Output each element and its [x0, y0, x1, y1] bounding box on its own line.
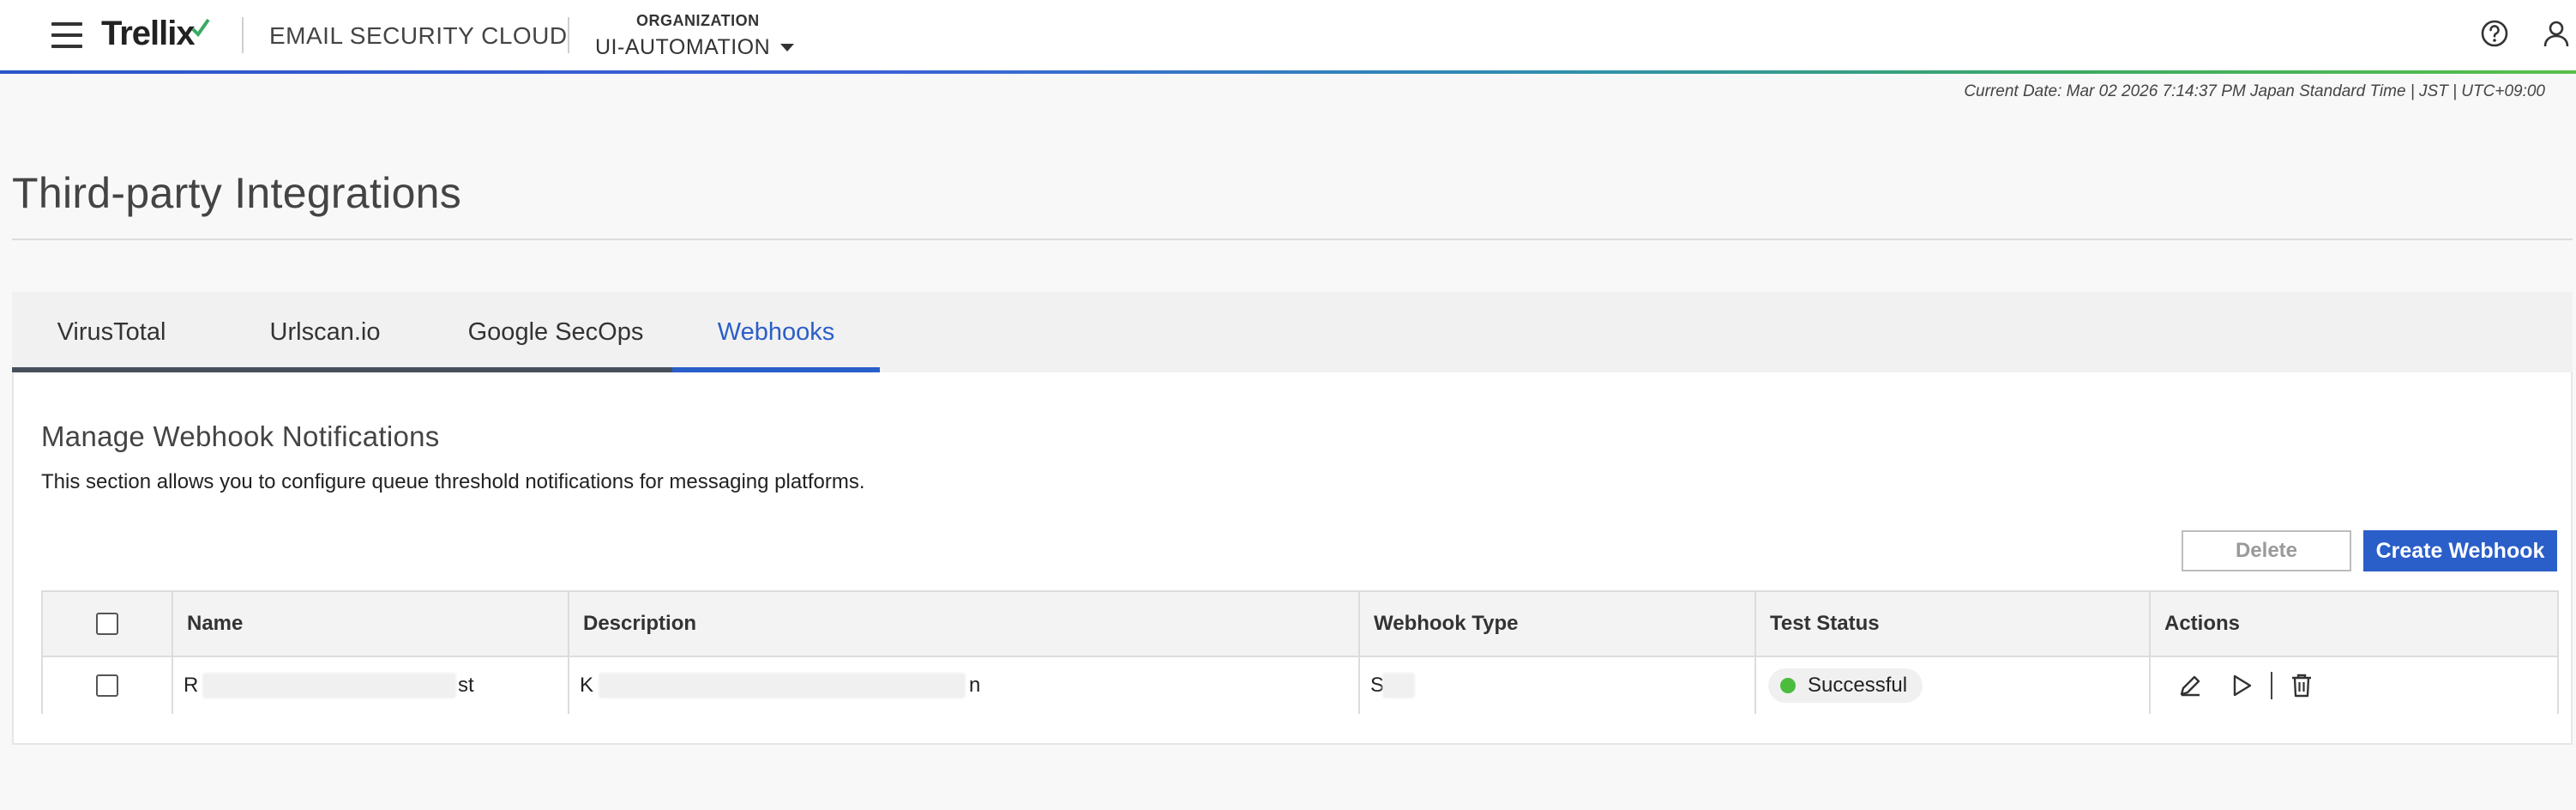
title-divider: [12, 239, 2573, 240]
current-date: Current Date: Mar 02 2026 7:14:37 PM Jap…: [1964, 82, 2545, 100]
top-bar: Trellix EMAIL SECURITY CLOUD ORGANIZATIO…: [0, 0, 2576, 72]
organization-select[interactable]: UI-AUTOMATION: [595, 33, 795, 62]
column-header-webhook-type[interactable]: Webhook Type: [1360, 592, 1756, 656]
page-title: Third-party Integrations: [12, 169, 462, 217]
header-accent-line: [0, 70, 2576, 74]
redacted-text: [202, 673, 456, 698]
success-dot-icon: [1780, 678, 1796, 693]
column-header-description[interactable]: Description: [569, 592, 1360, 656]
menu-icon[interactable]: [51, 22, 82, 48]
organization-value: UI-AUTOMATION: [595, 34, 771, 59]
tab-google-secops[interactable]: Google SecOps: [439, 292, 672, 372]
organization-label: ORGANIZATION: [636, 12, 760, 29]
webhook-description: K: [580, 674, 594, 697]
logo-text: Trellix: [101, 14, 196, 52]
cell-name: R st: [173, 657, 569, 714]
status-text: Successful: [1808, 674, 1908, 697]
webhook-name: R: [184, 674, 199, 697]
tab-webhooks[interactable]: Webhooks: [672, 292, 880, 372]
trash-icon[interactable]: [2286, 670, 2317, 701]
row-checkbox-cell: [43, 657, 173, 714]
play-icon[interactable]: [2226, 670, 2257, 701]
status-badge: Successful: [1768, 668, 1923, 703]
column-header-actions: Actions: [2151, 592, 2557, 656]
table-row[interactable]: R st K n S Successful: [43, 657, 2557, 714]
section-description: This section allows you to configure que…: [41, 470, 865, 493]
cell-test-status: Successful: [1756, 657, 2151, 714]
cell-webhook-type: S: [1360, 657, 1756, 714]
column-header-name[interactable]: Name: [173, 592, 569, 656]
caret-down-icon: [780, 43, 795, 51]
column-header-label: Name: [187, 612, 244, 635]
cell-description: K n: [569, 657, 1360, 714]
column-header-label: Description: [583, 612, 697, 635]
select-all-checkbox[interactable]: [96, 613, 118, 635]
trellix-logo[interactable]: Trellix: [101, 12, 210, 55]
row-checkbox[interactable]: [96, 674, 118, 697]
webhook-name-tail: st: [458, 674, 474, 697]
webhooks-table: Name Description Webhook Type Test Statu…: [41, 590, 2559, 714]
product-name: EMAIL SECURITY CLOUD: [269, 22, 568, 49]
tab-urlscan[interactable]: Urlscan.io: [211, 292, 439, 372]
column-header-label: Actions: [2164, 612, 2241, 635]
column-header-label: Test Status: [1770, 612, 1880, 635]
edit-icon[interactable]: [2175, 670, 2206, 701]
logo-check-icon: [191, 18, 210, 38]
webhooks-panel: Manage Webhook Notifications This sectio…: [12, 372, 2573, 745]
tab-virustotal[interactable]: VirusTotal: [12, 292, 211, 372]
cell-actions: [2151, 657, 2557, 714]
header-divider: [568, 17, 569, 53]
help-icon[interactable]: [2478, 17, 2511, 50]
create-webhook-button[interactable]: Create Webhook: [2363, 530, 2557, 571]
header-divider: [242, 17, 244, 53]
section-title: Manage Webhook Notifications: [41, 420, 440, 452]
user-icon[interactable]: [2540, 17, 2573, 50]
tabs-bar: VirusTotal Urlscan.io Google SecOps Webh…: [12, 292, 2573, 372]
webhook-description-tail: n: [969, 674, 981, 697]
column-header-label: Webhook Type: [1374, 612, 1519, 635]
redacted-text: [1382, 673, 1415, 698]
table-header: Name Description Webhook Type Test Statu…: [43, 592, 2557, 657]
redacted-text: [599, 673, 966, 698]
delete-button[interactable]: Delete: [2182, 530, 2351, 571]
column-header-test-status[interactable]: Test Status: [1756, 592, 2151, 656]
action-separator: [2271, 672, 2272, 699]
header-checkbox-cell: [43, 592, 173, 656]
